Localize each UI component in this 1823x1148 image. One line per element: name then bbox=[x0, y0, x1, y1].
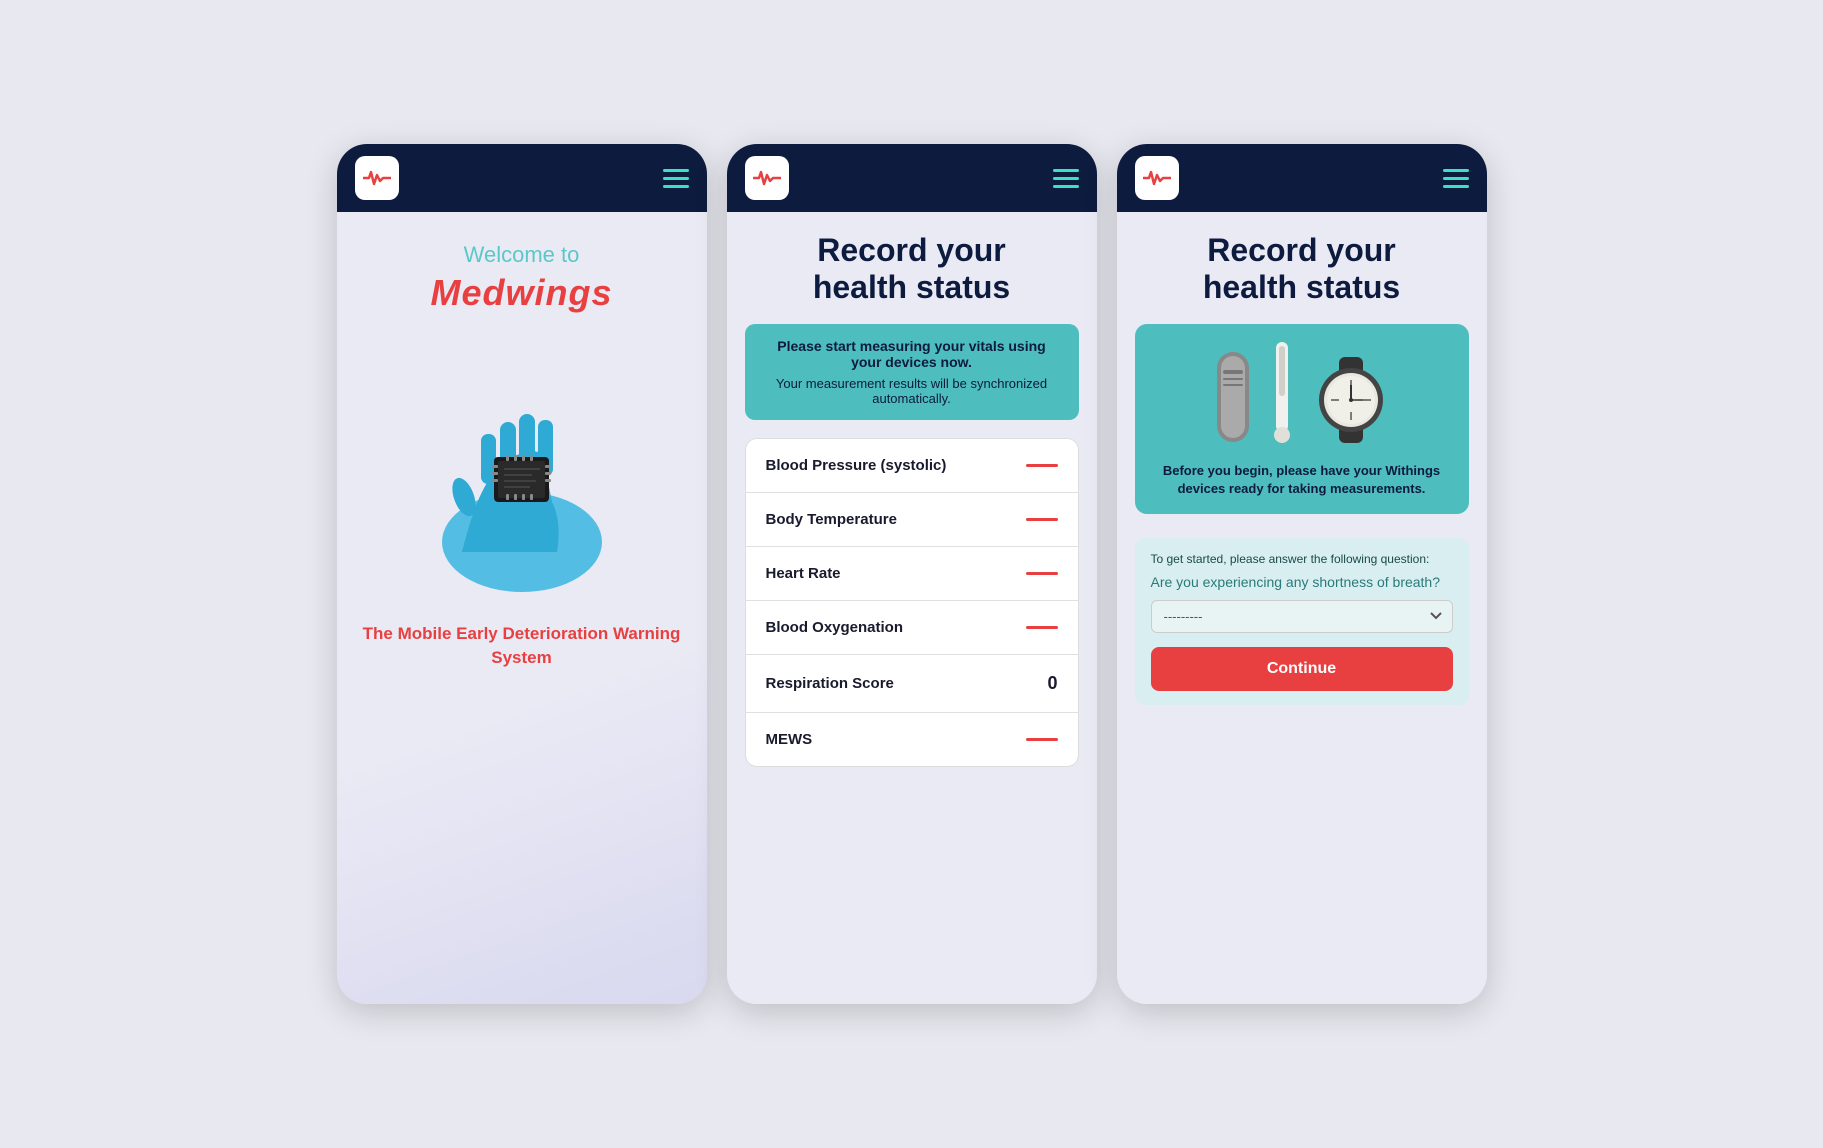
vital-value-respiration: 0 bbox=[1047, 673, 1057, 694]
vital-row-heart-rate: Heart Rate bbox=[746, 547, 1078, 601]
screen3-navbar bbox=[1117, 144, 1487, 212]
vital-dash-blood-oxy bbox=[1026, 626, 1058, 629]
screen2-body: Record your health status Please start m… bbox=[727, 212, 1097, 1004]
device-pill bbox=[1213, 350, 1253, 450]
screen2-frame: Record your health status Please start m… bbox=[727, 144, 1097, 1004]
vital-name-mews: MEWS bbox=[766, 731, 813, 748]
info-box: Please start measuring your vitals using… bbox=[745, 324, 1079, 420]
screen2-navbar bbox=[727, 144, 1097, 212]
vital-row-mews: MEWS bbox=[746, 713, 1078, 766]
device-watch bbox=[1311, 355, 1391, 450]
vital-name-body-temp: Body Temperature bbox=[766, 511, 897, 528]
screen3-record-title: Record your health status bbox=[1135, 232, 1469, 306]
vital-row-blood-pressure: Blood Pressure (systolic) bbox=[746, 439, 1078, 493]
devices-caption: Before you begin, please have your Withi… bbox=[1151, 462, 1453, 498]
vital-dash-heart-rate bbox=[1026, 572, 1058, 575]
screen1-logo bbox=[355, 156, 399, 200]
device-slim bbox=[1271, 340, 1293, 450]
vital-name-blood-pressure: Blood Pressure (systolic) bbox=[766, 457, 947, 474]
hamburger-icon[interactable] bbox=[663, 169, 689, 188]
info-sub-text: Your measurement results will be synchro… bbox=[763, 376, 1061, 406]
devices-box: Before you begin, please have your Withi… bbox=[1135, 324, 1469, 514]
screen1-frame: Welcome to Medwings bbox=[337, 144, 707, 1004]
tagline-text: The Mobile Early Deterioration Warning S… bbox=[357, 622, 687, 670]
vitals-list: Blood Pressure (systolic) Body Temperatu… bbox=[745, 438, 1079, 767]
vital-row-body-temp: Body Temperature bbox=[746, 493, 1078, 547]
screen1-body: Welcome to Medwings bbox=[337, 212, 707, 1004]
vital-dash-body-temp bbox=[1026, 518, 1058, 521]
hamburger-icon[interactable] bbox=[1053, 169, 1079, 188]
question-text: Are you experiencing any shortness of br… bbox=[1151, 574, 1453, 590]
hamburger-icon[interactable] bbox=[1443, 169, 1469, 188]
hero-illustration bbox=[392, 342, 652, 602]
welcome-text: Welcome to bbox=[464, 242, 580, 268]
info-main-text: Please start measuring your vitals using… bbox=[763, 338, 1061, 370]
vital-name-respiration: Respiration Score bbox=[766, 675, 894, 692]
vital-name-blood-oxy: Blood Oxygenation bbox=[766, 619, 904, 636]
screen3-body: Record your health status bbox=[1117, 212, 1487, 1004]
question-prompt: To get started, please answer the follow… bbox=[1151, 552, 1453, 566]
shortness-select[interactable]: --------- Yes No bbox=[1151, 600, 1453, 633]
vital-name-heart-rate: Heart Rate bbox=[766, 565, 841, 582]
screens-container: Welcome to Medwings bbox=[337, 144, 1487, 1004]
screen1-navbar bbox=[337, 144, 707, 212]
continue-button[interactable]: Continue bbox=[1151, 647, 1453, 691]
app-name: Medwings bbox=[430, 272, 612, 314]
vital-row-blood-oxy: Blood Oxygenation bbox=[746, 601, 1078, 655]
screen3-logo bbox=[1135, 156, 1179, 200]
question-section: To get started, please answer the follow… bbox=[1135, 538, 1469, 705]
screen2-logo bbox=[745, 156, 789, 200]
record-title: Record your health status bbox=[745, 232, 1079, 306]
devices-icons bbox=[1213, 340, 1391, 450]
vital-dash-mews bbox=[1026, 738, 1058, 741]
vital-dash-blood-pressure bbox=[1026, 464, 1058, 467]
screen3-frame: Record your health status bbox=[1117, 144, 1487, 1004]
vital-row-respiration: Respiration Score 0 bbox=[746, 655, 1078, 713]
